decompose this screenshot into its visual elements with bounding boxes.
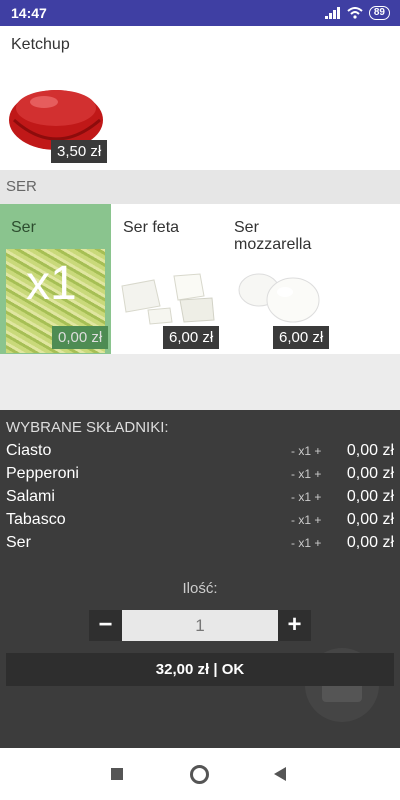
ingredient-price: 0,00 zł xyxy=(346,511,394,528)
selected-ingredients-panel: WYBRANE SKŁADNIKI: Ciasto - x1 + 0,00 zł… xyxy=(0,410,400,748)
ingredient-qty-control[interactable]: - x1 + xyxy=(291,490,321,504)
product-name: Ser feta xyxy=(123,219,180,236)
product-price: 6,00 zł xyxy=(163,326,220,349)
product-price: 0,00 zł xyxy=(52,326,109,349)
product-price: 6,00 zł xyxy=(273,326,330,349)
product-name: Ser xyxy=(11,219,36,236)
ingredient-qty-control[interactable]: - x1 + xyxy=(291,513,321,527)
product-tile-ser-mozzarella[interactable]: Ser mozzarella 6,00 zł xyxy=(223,204,334,354)
ingredient-name: Salami xyxy=(6,488,55,505)
wifi-icon xyxy=(347,7,363,19)
ingredient-name: Pepperoni xyxy=(6,465,79,482)
confirm-button[interactable]: 32,00 zł | OK xyxy=(6,653,394,686)
status-icons: 89 xyxy=(324,5,390,21)
ingredient-price: 0,00 zł xyxy=(346,488,394,505)
spacer xyxy=(0,354,400,410)
section-label: SER xyxy=(6,178,37,195)
panel-title: WYBRANE SKŁADNIKI: xyxy=(6,419,169,436)
quantity-input[interactable]: 1 xyxy=(122,610,278,641)
ingredient-row: Pepperoni - x1 + 0,00 zł xyxy=(6,464,394,486)
recents-icon[interactable] xyxy=(111,768,123,780)
quantity-stepper: − 1 + xyxy=(89,610,311,641)
ingredient-qty-control[interactable]: - x1 + xyxy=(291,467,321,481)
quantity-label: Ilość: xyxy=(182,580,218,597)
feta-image xyxy=(121,273,215,325)
status-time: 14:47 xyxy=(11,5,47,21)
product-ketchup[interactable]: Ketchup 3,50 zł xyxy=(0,26,400,170)
quantity-badge: x1 xyxy=(26,257,77,310)
ingredient-qty-control[interactable]: - x1 + xyxy=(291,444,321,458)
product-name: Ser mozzarella xyxy=(234,219,312,253)
ingredient-row: Salami - x1 + 0,00 zł xyxy=(6,487,394,509)
mozzarella-image xyxy=(238,273,320,323)
product-name: Ketchup xyxy=(11,36,70,53)
back-icon[interactable] xyxy=(274,767,286,781)
ingredient-price: 0,00 zł xyxy=(346,442,394,459)
status-bar: 14:47 89 xyxy=(0,0,400,26)
product-grid: Ser x1 0,00 zł Ser feta 6,00 zł Ser mozz… xyxy=(0,204,400,354)
increase-button[interactable]: + xyxy=(278,610,311,641)
signal-icon xyxy=(324,7,340,19)
ingredient-name: Ser xyxy=(6,534,31,551)
section-header: SER xyxy=(0,170,400,204)
decrease-button[interactable]: − xyxy=(89,610,122,641)
ingredient-name: Ciasto xyxy=(6,442,52,459)
ingredient-row: Tabasco - x1 + 0,00 zł xyxy=(6,510,394,532)
product-price: 3,50 zł xyxy=(51,140,108,163)
ingredient-row: Ser - x1 + 0,00 zł xyxy=(6,533,394,555)
battery-icon: 89 xyxy=(368,6,390,20)
product-tile-ser[interactable]: Ser x1 0,00 zł xyxy=(0,204,111,354)
ingredient-price: 0,00 zł xyxy=(346,465,394,482)
navigation-bar xyxy=(0,748,400,800)
product-tile-ser-feta[interactable]: Ser feta 6,00 zł xyxy=(112,204,223,354)
ingredient-price: 0,00 zł xyxy=(346,534,394,551)
home-icon[interactable] xyxy=(190,765,209,784)
ingredient-name: Tabasco xyxy=(6,511,66,528)
ingredient-row: Ciasto - x1 + 0,00 zł xyxy=(6,441,394,463)
ingredient-qty-control[interactable]: - x1 + xyxy=(291,536,321,550)
